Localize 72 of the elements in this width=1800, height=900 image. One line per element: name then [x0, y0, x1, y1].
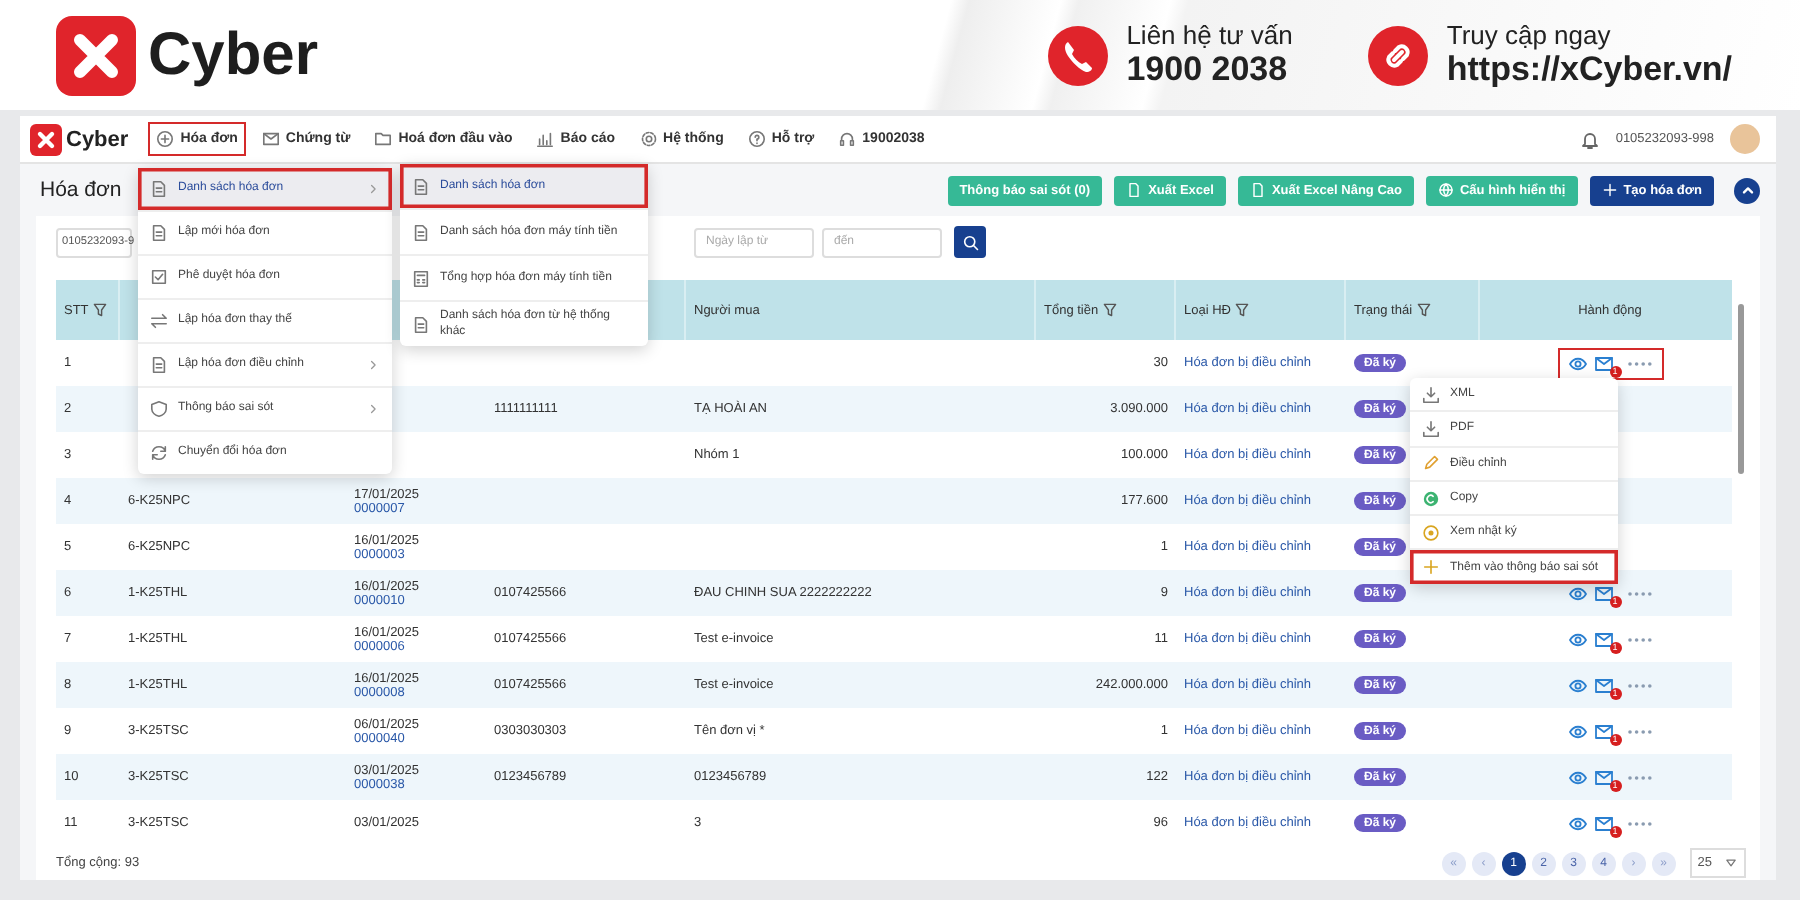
document-icon — [150, 224, 168, 242]
eye-icon[interactable] — [1567, 767, 1587, 787]
eye-icon[interactable] — [1567, 813, 1587, 833]
plus-icon — [1601, 182, 1618, 198]
globe-icon — [1437, 182, 1454, 198]
file-icon — [1126, 182, 1143, 198]
eye-icon[interactable] — [1567, 629, 1587, 649]
brand-name: Cyber — [66, 127, 129, 151]
document-icon — [412, 223, 430, 241]
logo-icon — [30, 123, 62, 155]
more-icon[interactable] — [1625, 773, 1653, 781]
contact-label: Truy cập ngay — [1446, 20, 1613, 50]
settings-icon — [639, 130, 658, 148]
shield-icon — [150, 400, 168, 418]
bar-chart-icon — [536, 130, 555, 148]
more-icon[interactable] — [1625, 727, 1653, 735]
caret-icon — [1724, 856, 1738, 870]
plus-icon — [1422, 558, 1440, 577]
folder-icon — [374, 130, 393, 148]
bell-icon — [1579, 129, 1600, 149]
chevron-up-icon — [1739, 182, 1755, 198]
envelope-icon — [1593, 767, 1613, 787]
calculator-icon — [412, 269, 430, 287]
swap-icon — [150, 312, 168, 330]
website-link[interactable]: https://xCyber.vn/ — [1446, 50, 1732, 90]
contact-label: Liên hệ tư vấn — [1126, 20, 1293, 50]
more-icon[interactable] — [1625, 819, 1653, 827]
more-icon[interactable] — [1625, 589, 1653, 597]
more-icon[interactable] — [1625, 681, 1653, 689]
help-icon — [747, 130, 766, 148]
envelope-icon — [1593, 583, 1613, 603]
copy-icon — [1422, 489, 1440, 508]
document-icon — [150, 356, 168, 374]
plus-circle-icon — [156, 130, 175, 148]
envelope-icon — [1593, 813, 1613, 833]
envelope-icon — [1593, 721, 1613, 741]
collapse-button[interactable] — [1734, 177, 1760, 203]
envelope-icon — [1593, 675, 1613, 695]
logo-icon — [56, 15, 136, 95]
filter-icon[interactable] — [1234, 302, 1251, 318]
checklist-icon — [150, 268, 168, 286]
envelope-icon — [1593, 629, 1613, 649]
eye-icon[interactable] — [1567, 721, 1587, 741]
eye-icon[interactable] — [1567, 675, 1587, 695]
more-icon[interactable] — [1625, 359, 1653, 367]
search-icon — [961, 233, 979, 251]
chevron-right-icon — [366, 182, 380, 196]
filter-icon[interactable] — [1416, 302, 1433, 318]
headset-icon — [838, 130, 857, 148]
phone-icon — [1048, 25, 1109, 85]
eye-icon[interactable] — [1567, 583, 1587, 603]
filter-icon[interactable] — [1102, 302, 1119, 318]
filter-icon[interactable] — [92, 302, 109, 318]
download-icon — [1422, 419, 1440, 438]
more-icon[interactable] — [1625, 635, 1653, 643]
envelope-icon — [1593, 353, 1613, 373]
hotline-number: 1900 2038 — [1126, 50, 1290, 90]
file-icon — [1249, 182, 1266, 198]
pencil-icon — [1422, 454, 1440, 473]
document-icon — [412, 177, 430, 195]
eye-icon[interactable] — [1567, 353, 1587, 373]
refresh-icon — [150, 444, 168, 462]
page-title: Hóa đơn — [40, 178, 122, 202]
chevron-right-icon — [366, 358, 380, 372]
envelope-icon — [261, 130, 280, 148]
document-icon — [150, 180, 168, 198]
link-icon — [1368, 25, 1429, 85]
brand-name: Cyber — [148, 21, 319, 89]
chevron-right-icon — [366, 402, 380, 416]
search-button[interactable] — [954, 226, 986, 258]
document-icon — [412, 315, 430, 333]
download-icon — [1422, 385, 1440, 404]
